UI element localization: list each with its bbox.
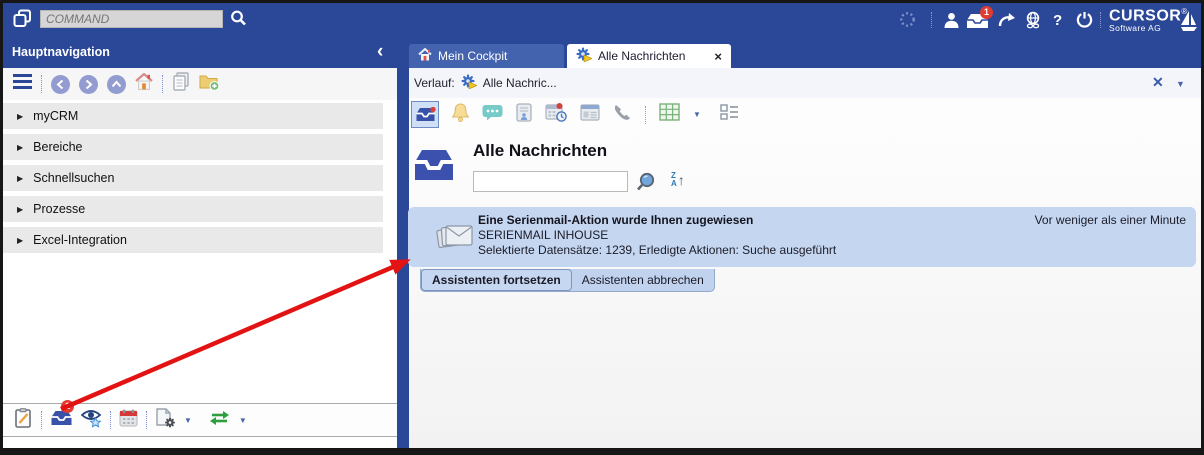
sync-icon[interactable] (208, 410, 231, 431)
divider (41, 411, 42, 429)
sidebar-item-label: Prozesse (33, 202, 85, 216)
sidebar-item-label: myCRM (33, 109, 78, 123)
home-icon (418, 48, 432, 64)
logo-text: CURSOR (1109, 7, 1181, 24)
sort-icon[interactable]: Z A ↑ (671, 172, 685, 188)
history-entry[interactable]: Alle Nachric... (483, 76, 557, 90)
gear-play-icon (461, 74, 477, 92)
messages-toolbar: ▼ (409, 98, 1201, 131)
inbox-badge: 1 (980, 6, 993, 19)
up-icon[interactable] (107, 75, 126, 94)
page-title: Alle Nachrichten (473, 141, 607, 161)
spinner-icon (899, 11, 916, 33)
chevron-right-icon: ▶ (17, 174, 23, 183)
sidebar-item-label: Excel-Integration (33, 233, 127, 247)
power-icon[interactable] (1076, 11, 1093, 33)
sidebar-item-mycrm[interactable]: ▶ myCRM (3, 103, 383, 129)
table-icon[interactable] (659, 103, 680, 126)
assistant-cancel-button[interactable]: Assistenten abbrechen (572, 269, 714, 291)
command-input[interactable] (40, 10, 223, 28)
chevron-down-icon[interactable]: ▼ (239, 416, 247, 425)
inbox-tray-icon[interactable]: 1 (965, 13, 990, 34)
inbox-tray-icon[interactable] (411, 101, 439, 128)
bell-icon[interactable] (452, 103, 469, 127)
divider (931, 12, 932, 28)
tab-label: Mein Cockpit (438, 49, 507, 63)
chat-icon[interactable] (482, 104, 503, 126)
gear-play-icon (576, 47, 592, 65)
chevron-right-icon: ▶ (17, 112, 23, 121)
tab-label: Alle Nachrichten (598, 49, 685, 63)
close-icon[interactable]: ✕ (1152, 74, 1164, 91)
sidebar-item-prozesse[interactable]: ▶ Prozesse (3, 196, 383, 222)
chevron-right-icon: ▶ (17, 143, 23, 152)
help-icon[interactable]: ? (1053, 12, 1062, 29)
sidebar-item-label: Schnellsuchen (33, 171, 114, 185)
document-gear-icon[interactable] (155, 408, 176, 433)
chevron-down-icon[interactable]: ▼ (1176, 79, 1185, 89)
sailboat-icon (1180, 10, 1198, 37)
sidebar-item-schnellsuchen[interactable]: ▶ Schnellsuchen (3, 165, 383, 191)
sidebar-toolbar (3, 68, 397, 100)
phone-icon[interactable] (613, 103, 632, 127)
divider (41, 75, 42, 93)
message-title: Eine Serienmail-Aktion wurde Ihnen zugew… (478, 213, 753, 227)
message-search-input[interactable] (473, 171, 628, 192)
logo-subtext: Software AG (1109, 23, 1187, 33)
back-icon[interactable] (51, 75, 70, 94)
message-details: Selektierte Datensätze: 1239, Erledigte … (478, 243, 836, 257)
sidebar-bottom-toolbar: 1 (3, 403, 397, 437)
sidebar-item-excel-integration[interactable]: ▶ Excel-Integration (3, 227, 383, 253)
sort-a-label: A (671, 180, 677, 188)
search-icon[interactable] (229, 9, 248, 33)
calendar-icon[interactable] (119, 409, 138, 432)
message-timestamp: Vor weniger als einer Minute (1035, 213, 1186, 227)
sort-arrow-glyph: ↑ (678, 173, 685, 187)
list-layout-icon[interactable] (720, 104, 739, 125)
cursor-logo[interactable]: CURSOR® Software AG (1109, 7, 1187, 33)
message-actions: Assistenten fortsetzen Assistenten abbre… (420, 269, 715, 292)
tab-close-icon[interactable]: × (714, 49, 722, 64)
calendar-clock-icon[interactable] (545, 103, 567, 127)
message-subtitle: SERIENMAIL INHOUSE (478, 228, 608, 242)
clipboard-icon[interactable] (172, 72, 190, 96)
chevron-down-icon[interactable]: ▼ (693, 110, 701, 119)
sidebar-item-label: Bereiche (33, 140, 82, 154)
inbox-badge: 1 (61, 400, 74, 413)
tab-mein-cockpit[interactable]: Mein Cockpit (409, 44, 564, 68)
app-window: 1 ? CURSOR® Software AG Hau (0, 0, 1204, 455)
home-icon[interactable] (135, 73, 153, 95)
assistant-continue-button[interactable]: Assistenten fortsetzen (421, 269, 572, 291)
forward-icon[interactable] (79, 75, 98, 94)
inbox-big-icon (413, 148, 455, 187)
window-copy-icon[interactable] (13, 9, 32, 33)
chevron-right-icon: ▶ (17, 236, 23, 245)
contact-card-icon[interactable] (516, 103, 532, 127)
divider (645, 106, 646, 124)
envelope-stack-icon (436, 219, 474, 260)
history-label: Verlauf: (414, 76, 455, 90)
divider (1100, 12, 1101, 28)
inbox-tray-icon[interactable]: 1 (50, 410, 73, 431)
menu-icon[interactable] (13, 74, 32, 94)
chevron-down-icon[interactable]: ▼ (184, 416, 192, 425)
collapse-sidebar-icon[interactable]: ‹ (377, 41, 383, 63)
sidebar-title: Hauptnavigation (12, 45, 110, 59)
divider (110, 411, 111, 429)
web-link-icon[interactable] (1024, 11, 1042, 34)
chevron-right-icon: ▶ (17, 205, 23, 214)
tab-alle-nachrichten[interactable]: Alle Nachrichten × (567, 44, 731, 68)
message-list-item[interactable]: Eine Serienmail-Aktion wurde Ihnen zugew… (408, 207, 1196, 267)
folder-add-icon[interactable] (199, 73, 220, 96)
sidebar-item-bereiche[interactable]: ▶ Bereiche (3, 134, 383, 160)
history-row: Verlauf: Alle Nachric... (409, 68, 1201, 98)
journal-icon[interactable] (580, 104, 600, 126)
user-icon[interactable] (943, 12, 960, 33)
divider (162, 75, 163, 93)
eye-star-icon[interactable] (81, 408, 102, 433)
divider (146, 411, 147, 429)
magnifier-icon[interactable] (636, 172, 656, 197)
notes-edit-icon[interactable] (15, 408, 33, 433)
redo-icon[interactable] (998, 12, 1016, 33)
